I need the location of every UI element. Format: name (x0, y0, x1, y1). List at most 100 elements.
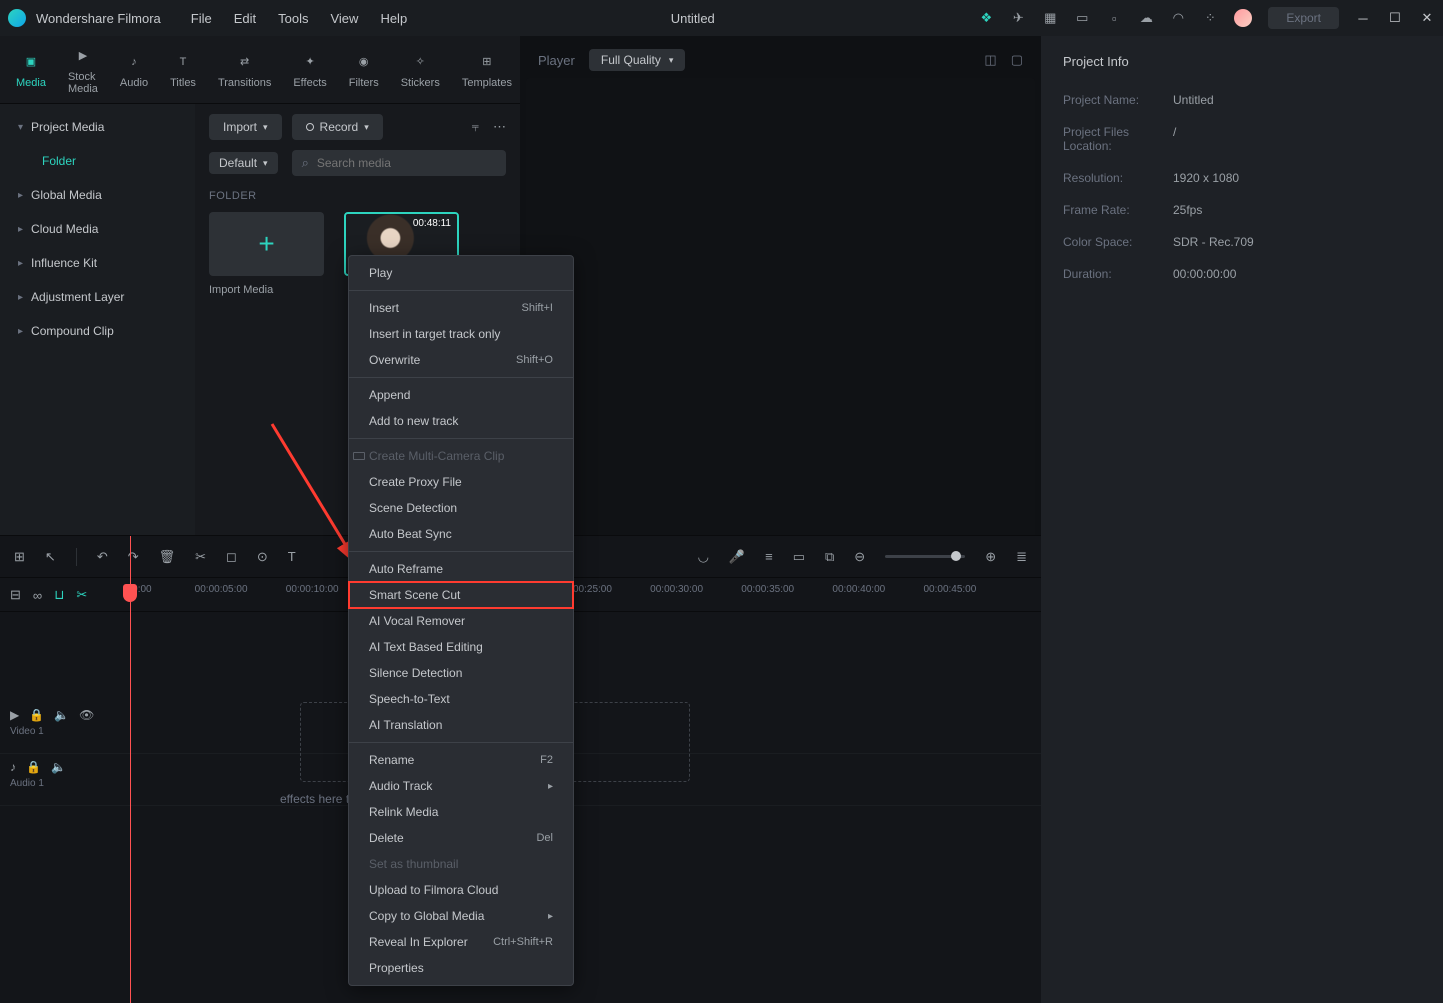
undo-button[interactable]: ↶ (97, 549, 108, 565)
sidebar-folder[interactable]: Folder (0, 144, 195, 178)
zoom-in-button[interactable]: ⊕ (985, 549, 996, 565)
cut-button[interactable]: ✂ (195, 549, 206, 565)
lock-icon[interactable]: ⊟ (10, 587, 21, 603)
screen-record-icon[interactable]: ▭ (793, 549, 805, 565)
tab-filters[interactable]: ◉Filters (341, 47, 387, 93)
pip-icon[interactable]: ⧉ (825, 549, 834, 565)
layout-icon[interactable]: ▦ (1042, 10, 1058, 26)
send-icon[interactable]: ✈ (1010, 10, 1026, 26)
tab-audio[interactable]: ♪Audio (112, 47, 156, 93)
ctx-copy-global[interactable]: Copy to Global Media▸ (349, 903, 573, 929)
speed-button[interactable]: ⊙ (257, 549, 268, 565)
ctx-rename[interactable]: RenameF2 (349, 747, 573, 773)
clip-duration: 00:48:11 (413, 218, 451, 229)
record-button[interactable]: Record▾ (292, 114, 383, 140)
search-input[interactable]: ⌕ (292, 150, 506, 176)
gift-icon[interactable]: ❖ (978, 10, 994, 26)
stock-icon: ▶ (72, 45, 94, 67)
filter-icon[interactable]: ⫧ (472, 119, 479, 135)
tab-titles[interactable]: TTitles (162, 47, 204, 93)
mic-icon[interactable]: 🎤 (729, 549, 745, 565)
import-button[interactable]: Import▾ (209, 114, 282, 140)
import-media-tile[interactable]: + Import Media (209, 212, 324, 296)
ctx-append[interactable]: Append (349, 382, 573, 408)
headphones-icon[interactable]: ◠ (1170, 10, 1186, 26)
sort-button[interactable]: Default▾ (209, 152, 278, 174)
menu-view[interactable]: View (330, 11, 358, 26)
ctx-upload-cloud[interactable]: Upload to Filmora Cloud (349, 877, 573, 903)
ctx-audio-track[interactable]: Audio Track▸ (349, 773, 573, 799)
sidebar-adjustment-layer[interactable]: ▸Adjustment Layer (0, 280, 195, 314)
ctx-properties[interactable]: Properties (349, 955, 573, 981)
ctx-relink[interactable]: Relink Media (349, 799, 573, 825)
cloud-icon[interactable]: ☁ (1138, 10, 1154, 26)
tab-effects[interactable]: ✦Effects (285, 47, 334, 93)
mute-icon[interactable]: 🔈 (54, 708, 69, 722)
list-icon[interactable]: ≣ (1016, 549, 1027, 565)
more-icon[interactable]: ⋯ (493, 119, 506, 135)
main-menu: File Edit Tools View Help (191, 11, 407, 26)
magnet-icon[interactable]: ⊔ (54, 587, 64, 603)
zoom-slider[interactable] (885, 555, 965, 558)
apps-icon[interactable]: ⁘ (1202, 10, 1218, 26)
ctx-vocal-remover[interactable]: AI Vocal Remover (349, 608, 573, 634)
link-icon[interactable]: ∞ (33, 588, 42, 603)
maximize-button[interactable]: ☐ (1387, 10, 1403, 26)
sidebar-cloud-media[interactable]: ▸Cloud Media (0, 212, 195, 246)
ctx-silence-detect[interactable]: Silence Detection (349, 660, 573, 686)
menu-edit[interactable]: Edit (234, 11, 256, 26)
ctx-play[interactable]: Play (349, 260, 573, 286)
compare-icon[interactable]: ◫ (984, 52, 996, 68)
ctx-auto-reframe[interactable]: Auto Reframe (349, 556, 573, 582)
ctx-beat-sync[interactable]: Auto Beat Sync (349, 521, 573, 547)
sidebar-global-media[interactable]: ▸Global Media (0, 178, 195, 212)
ctx-text-editing[interactable]: AI Text Based Editing (349, 634, 573, 660)
tab-stock[interactable]: ▶Stock Media (60, 41, 106, 99)
sidebar-project-media[interactable]: ▾Project Media (0, 110, 195, 144)
menu-help[interactable]: Help (380, 11, 407, 26)
chevron-down-icon: ▾ (669, 55, 674, 66)
ctx-insert[interactable]: InsertShift+I (349, 295, 573, 321)
text-button[interactable]: T (288, 549, 296, 564)
export-button[interactable]: Export (1268, 7, 1339, 29)
razor-icon[interactable]: ✂ (76, 587, 87, 603)
ctx-proxy[interactable]: Create Proxy File (349, 469, 573, 495)
ctx-smart-scene-cut[interactable]: Smart Scene Cut (349, 582, 573, 608)
tab-templates[interactable]: ⊞Templates (454, 47, 520, 93)
picture-icon[interactable]: ▢ (1011, 52, 1023, 68)
ctx-translation[interactable]: AI Translation (349, 712, 573, 738)
ctx-overwrite[interactable]: OverwriteShift+O (349, 347, 573, 373)
sidebar-influence-kit[interactable]: ▸Influence Kit (0, 246, 195, 280)
search-field[interactable] (317, 156, 496, 170)
mixer-icon[interactable]: ≡ (765, 549, 773, 564)
quality-select[interactable]: Full Quality▾ (589, 49, 686, 71)
delete-button[interactable]: 🗑 (159, 549, 176, 565)
tab-media[interactable]: ▣Media (8, 47, 54, 93)
lock-icon[interactable]: 🔒 (29, 708, 44, 722)
save-icon[interactable]: ▫ (1106, 10, 1122, 26)
menu-tools[interactable]: Tools (278, 11, 308, 26)
eye-icon[interactable]: 👁 (79, 708, 94, 722)
tab-stickers[interactable]: ✧Stickers (393, 47, 448, 93)
minimize-button[interactable]: ─ (1355, 10, 1371, 26)
menu-file[interactable]: File (191, 11, 212, 26)
lock-icon[interactable]: 🔒 (26, 760, 41, 774)
ctx-reveal-explorer[interactable]: Reveal In ExplorerCtrl+Shift+R (349, 929, 573, 955)
timeline-playhead[interactable] (130, 536, 131, 1003)
ctx-scene-detect[interactable]: Scene Detection (349, 495, 573, 521)
sidebar-compound-clip[interactable]: ▸Compound Clip (0, 314, 195, 348)
tab-transitions[interactable]: ⇄Transitions (210, 47, 279, 93)
screen-icon[interactable]: ▭ (1074, 10, 1090, 26)
user-avatar[interactable] (1234, 9, 1252, 27)
ctx-speech-text[interactable]: Speech-to-Text (349, 686, 573, 712)
close-button[interactable]: ✕ (1419, 10, 1435, 26)
ctx-insert-target[interactable]: Insert in target track only (349, 321, 573, 347)
ctx-add-new-track[interactable]: Add to new track (349, 408, 573, 434)
ctx-delete[interactable]: DeleteDel (349, 825, 573, 851)
layout-icon[interactable]: ⊞ (14, 549, 25, 565)
zoom-out-button[interactable]: ⊖ (854, 549, 865, 565)
marker-icon[interactable]: ◡ (698, 549, 709, 565)
mute-icon[interactable]: 🔈 (51, 760, 66, 774)
pointer-icon[interactable]: ↖ (45, 549, 56, 565)
crop-button[interactable]: ◻ (226, 549, 237, 565)
